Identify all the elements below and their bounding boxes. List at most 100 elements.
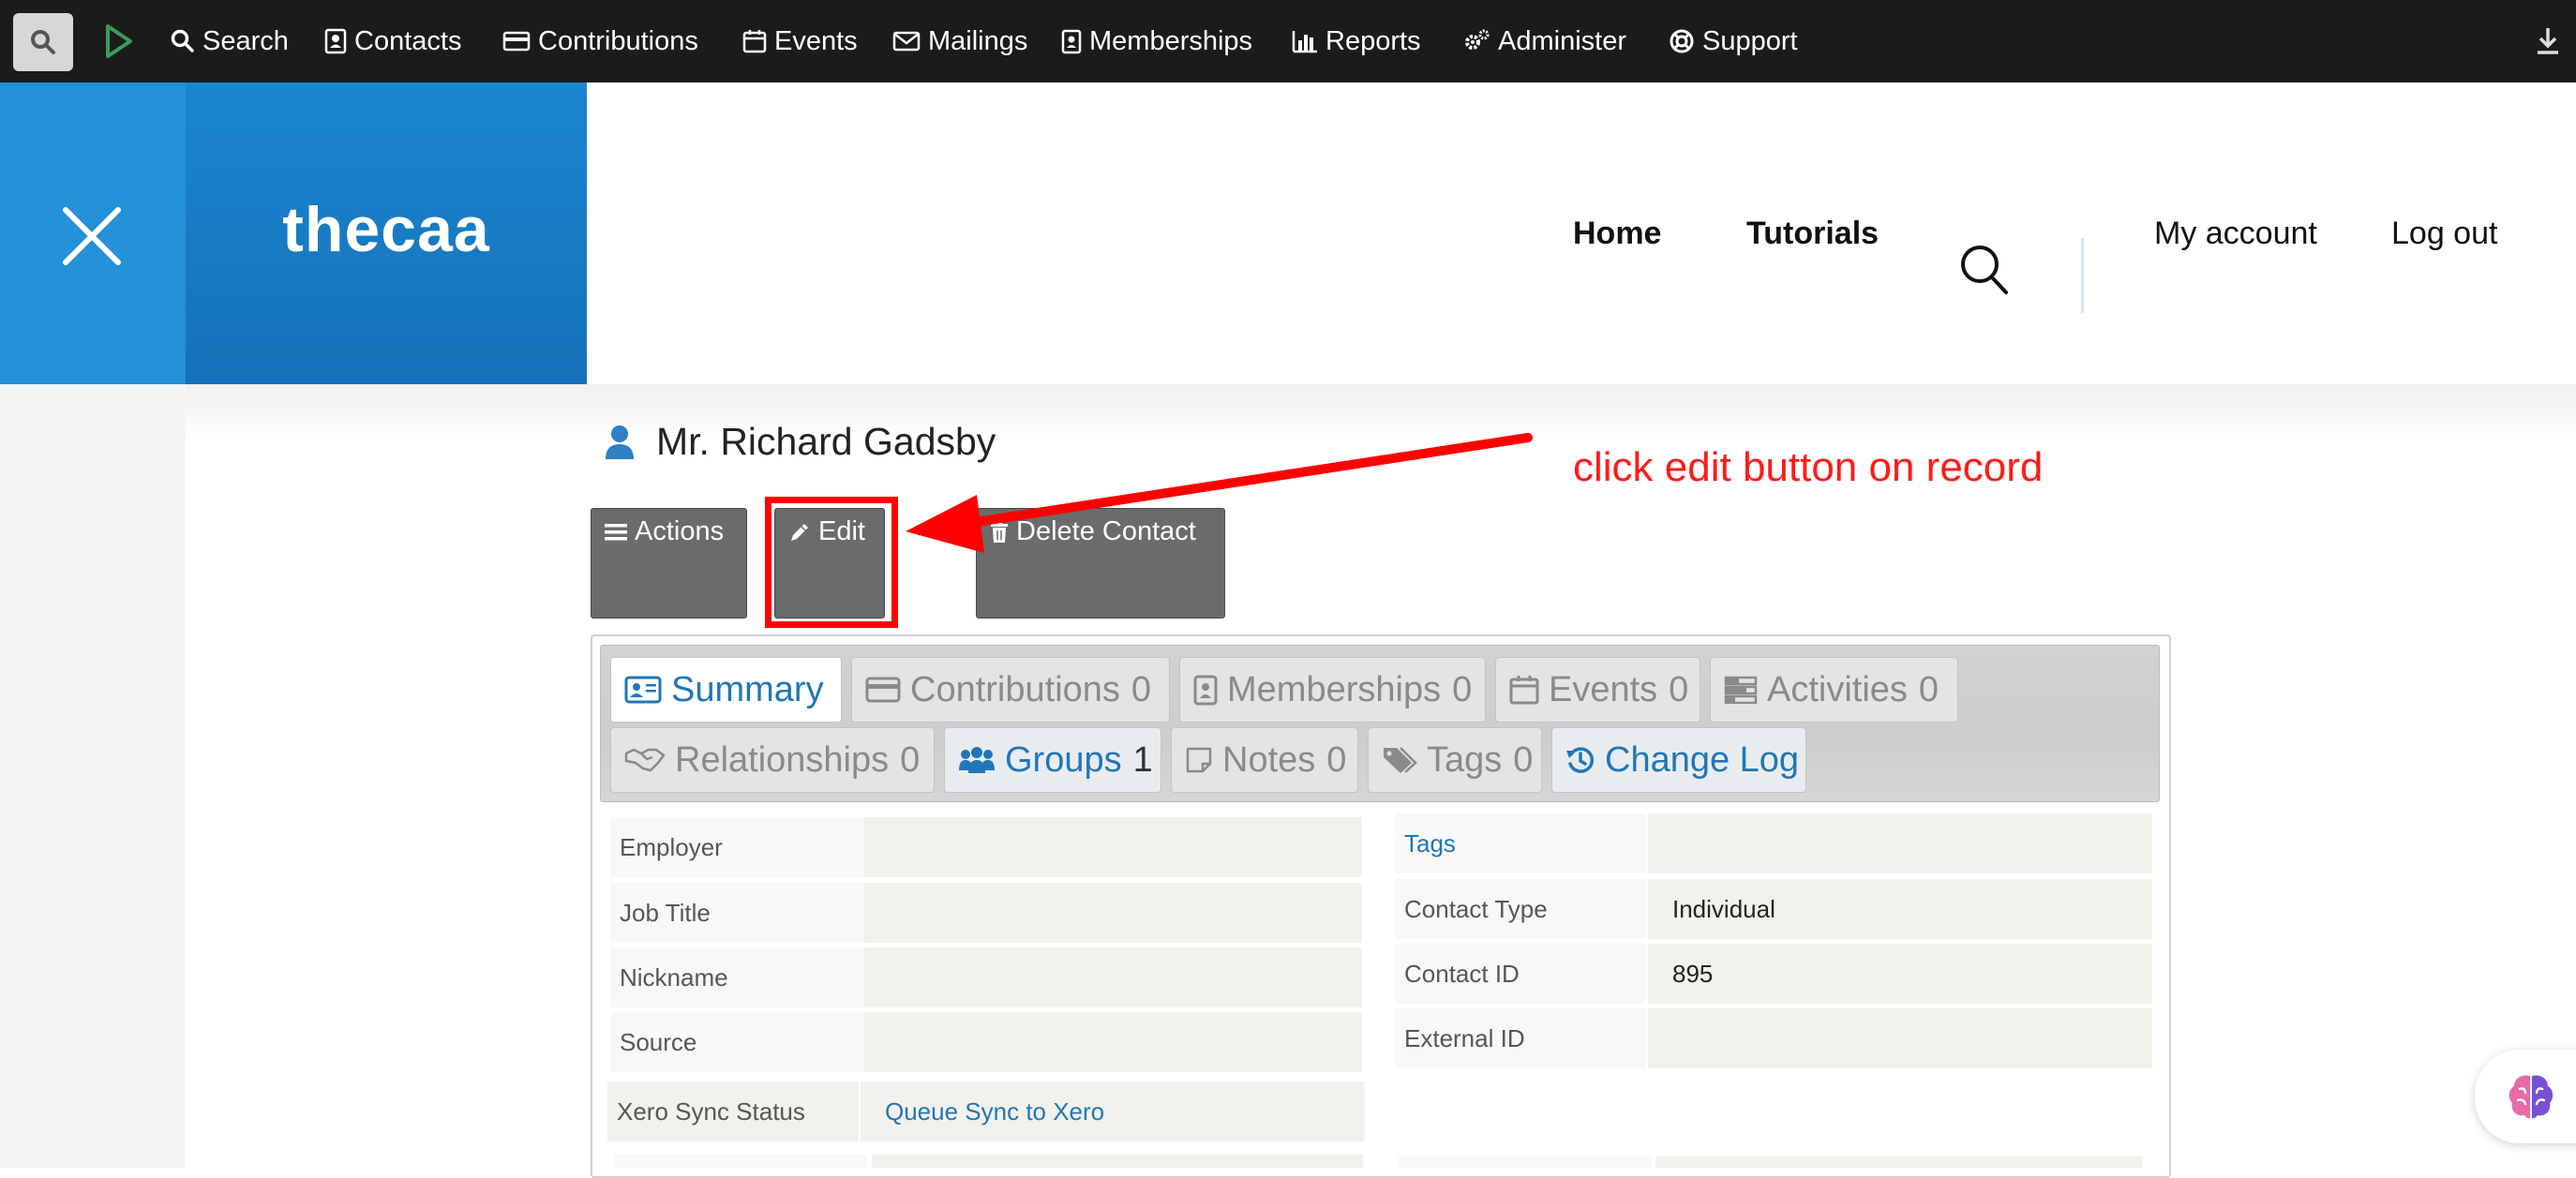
tab-label: Notes — [1222, 739, 1316, 780]
tab-count: 1 — [1132, 739, 1153, 780]
search-icon — [31, 30, 55, 54]
trash-icon — [991, 520, 1008, 543]
menu-label: Mailings — [928, 25, 1028, 56]
tab-memberships[interactable]: Memberships 0 — [1179, 657, 1486, 723]
tab-count: 0 — [1452, 669, 1473, 709]
menu-label: Contributions — [538, 25, 698, 56]
tasks-icon — [1724, 676, 1758, 704]
field-value-next — [872, 1155, 1363, 1168]
menu-label: Support — [1702, 25, 1798, 56]
edit-highlight-box — [765, 497, 898, 628]
civicrm-menubar: Search Contacts Contributions Events Mai… — [0, 0, 2576, 82]
nav-tutorials[interactable]: Tutorials — [1746, 82, 1879, 384]
tab-label: Groups — [1005, 739, 1122, 780]
assistant-widget[interactable] — [2475, 1050, 2576, 1143]
close-menu-button[interactable] — [0, 82, 186, 384]
tab-count: 0 — [1326, 739, 1347, 780]
field-label-next-right — [1399, 1156, 1652, 1168]
tab-notes[interactable]: Notes 0 — [1171, 727, 1358, 793]
tab-activities[interactable]: Activities 0 — [1710, 657, 1958, 723]
field-label-nickname: Nickname — [610, 947, 861, 1007]
contact-name: Mr. Richard Gadsby — [656, 420, 996, 463]
nav-my-account[interactable]: My account — [2154, 82, 2317, 384]
id-badge-icon — [1061, 29, 1082, 54]
menu-events[interactable]: Events — [742, 0, 858, 82]
civicrm-logo-icon[interactable] — [103, 22, 135, 60]
field-label-xero-sync-status: Xero Sync Status — [607, 1081, 859, 1141]
field-value-nickname — [863, 947, 1362, 1007]
tab-summary[interactable]: Summary — [610, 657, 842, 723]
calendar-icon — [1509, 676, 1539, 705]
delete-contact-button[interactable]: Delete Contact — [976, 508, 1225, 619]
tab-count: 0 — [1669, 669, 1689, 709]
delete-contact-label: Delete Contact — [1016, 516, 1196, 546]
tab-label: Activities — [1767, 669, 1908, 709]
tab-count: 0 — [1513, 739, 1534, 780]
tab-label: Summary — [671, 669, 824, 709]
field-value-contact-id: 895 — [1648, 944, 2152, 1004]
id-badge-icon — [1193, 675, 1218, 706]
field-value-job-title — [863, 883, 1362, 943]
menu-label: Search — [202, 25, 289, 56]
annotation-text: click edit button on record — [1573, 444, 2044, 490]
field-label-contact-type: Contact Type — [1395, 879, 1646, 939]
menu-label: Administer — [1498, 25, 1626, 56]
field-value-source — [863, 1012, 1362, 1072]
search-icon — [171, 29, 194, 52]
download-icon[interactable] — [2535, 26, 2561, 56]
address-card-icon — [624, 676, 662, 704]
nav-home[interactable]: Home — [1573, 82, 1661, 384]
menu-label: Events — [774, 25, 858, 56]
menu-memberships[interactable]: Memberships — [1061, 0, 1252, 82]
contacts-icon — [324, 28, 347, 54]
tab-label: Change Log — [1605, 739, 1800, 780]
field-value-next-right — [1655, 1156, 2143, 1168]
field-label-next — [614, 1155, 867, 1168]
menu-search[interactable]: Search — [171, 0, 289, 82]
tab-groups[interactable]: Groups 1 — [944, 727, 1161, 793]
field-value-external-id — [1648, 1008, 2152, 1068]
field-label-employer: Employer — [610, 817, 861, 877]
tab-tags[interactable]: Tags 0 — [1368, 727, 1542, 793]
tab-label: Tags — [1427, 739, 1503, 780]
close-icon — [63, 207, 121, 265]
tab-count: 0 — [1131, 669, 1152, 709]
brain-icon — [2509, 1075, 2554, 1119]
quicksearch-button[interactable] — [13, 13, 73, 71]
tab-label: Events — [1549, 669, 1658, 709]
actions-label: Actions — [635, 516, 725, 546]
menu-mailings[interactable]: Mailings — [892, 0, 1027, 82]
tab-change-log[interactable]: Change Log — [1551, 727, 1806, 793]
field-label-source: Source — [610, 1012, 861, 1072]
handshake-icon — [624, 748, 666, 772]
bars-icon — [605, 523, 627, 540]
search-icon[interactable] — [1959, 244, 2010, 296]
menu-contacts[interactable]: Contacts — [324, 0, 461, 82]
sidebar-strip — [0, 384, 186, 1168]
nav-log-out[interactable]: Log out — [2391, 82, 2497, 384]
site-header: thecaa Home Tutorials My account Log out — [0, 82, 2576, 384]
tab-relationships[interactable]: Relationships 0 — [610, 727, 935, 793]
sticky-note-icon — [1186, 747, 1212, 773]
brand-logo[interactable]: thecaa — [186, 82, 587, 384]
tab-events[interactable]: Events 0 — [1495, 657, 1700, 723]
envelope-icon — [892, 31, 921, 52]
bar-chart-icon — [1292, 31, 1317, 53]
tab-contributions[interactable]: Contributions 0 — [851, 657, 1170, 723]
menu-reports[interactable]: Reports — [1292, 0, 1421, 82]
person-icon — [606, 425, 634, 459]
menu-support[interactable]: Support — [1669, 0, 1798, 82]
menu-label: Reports — [1325, 25, 1421, 56]
life-ring-icon — [1670, 29, 1694, 53]
field-label-tags: Tags — [1395, 813, 1646, 873]
menu-contributions[interactable]: Contributions — [502, 0, 698, 82]
queue-sync-to-xero-link[interactable]: Queue Sync to Xero — [885, 1097, 1104, 1126]
credit-card-icon — [865, 677, 901, 703]
history-icon — [1566, 747, 1595, 773]
tab-label: Memberships — [1227, 669, 1442, 709]
credit-card-icon — [502, 31, 531, 52]
tags-link[interactable]: Tags — [1404, 829, 1456, 858]
menu-administer[interactable]: Administer — [1462, 0, 1626, 82]
actions-button[interactable]: Actions — [591, 508, 747, 619]
tab-count: 0 — [900, 739, 921, 780]
